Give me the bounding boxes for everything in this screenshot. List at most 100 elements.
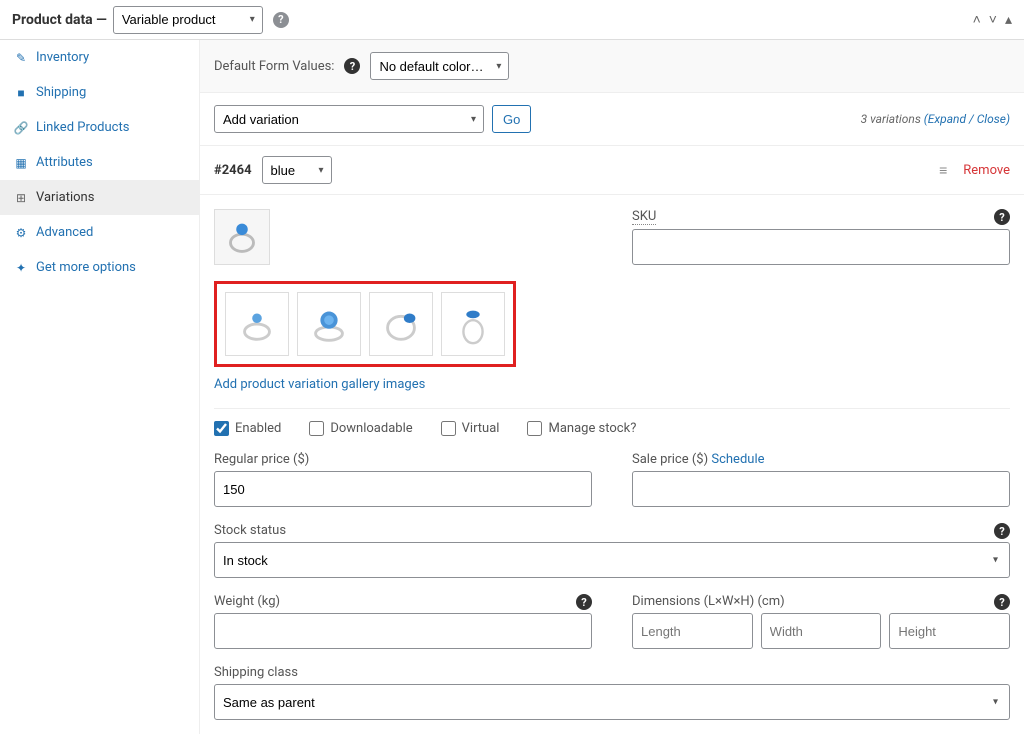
height-input[interactable]	[889, 613, 1010, 649]
sale-price-input[interactable]	[632, 471, 1010, 507]
enabled-label: Enabled	[235, 421, 281, 436]
panel-body: ✎ Inventory ■ Shipping 🔗 Linked Products…	[0, 40, 1024, 734]
gallery-thumb[interactable]	[297, 292, 361, 356]
collapse-up-icon[interactable]: ˄	[973, 11, 981, 28]
enabled-checkbox[interactable]	[214, 421, 229, 436]
stock-status-select[interactable]: In stock	[214, 542, 1010, 578]
collapse-down-icon[interactable]: ˅	[989, 11, 997, 28]
add-variation-wrap: Add variation ▾	[214, 105, 484, 133]
add-variation-controls: Add variation ▾ Go	[214, 105, 531, 133]
width-input[interactable]	[761, 613, 882, 649]
sidebar-item-variations[interactable]: ⊞ Variations	[0, 180, 199, 215]
manage-stock-checkbox[interactable]	[527, 421, 542, 436]
panel-header: Product data — Variable product ▾ ? ˄ ˅ …	[0, 0, 1024, 40]
weight-input[interactable]	[214, 613, 592, 649]
help-icon[interactable]: ?	[273, 12, 289, 28]
attributes-icon: ▦	[14, 156, 28, 170]
weight-block: Weight (kg) ?	[214, 594, 592, 649]
gear-icon: ⚙	[14, 226, 28, 240]
remove-variation-link[interactable]: Remove	[963, 163, 1010, 178]
sale-price-label-text: Sale price ($)	[632, 452, 711, 467]
sku-label: SKU	[632, 209, 656, 225]
add-gallery-images-link[interactable]: Add product variation gallery images	[214, 377, 425, 392]
variation-header-right: ≡ Remove	[939, 162, 1010, 179]
virtual-check[interactable]: Virtual	[441, 421, 500, 436]
help-icon[interactable]: ?	[994, 209, 1010, 225]
downloadable-check[interactable]: Downloadable	[309, 421, 412, 436]
gallery-thumb[interactable]	[369, 292, 433, 356]
help-icon[interactable]: ?	[344, 58, 360, 74]
variations-count: 3 variations	[861, 112, 924, 126]
sidebar-item-linked[interactable]: 🔗 Linked Products	[0, 110, 199, 145]
add-variation-row: Add variation ▾ Go 3 variations (Expand …	[200, 93, 1024, 146]
length-input[interactable]	[632, 613, 753, 649]
virtual-label: Virtual	[462, 421, 500, 436]
shipping-icon: ■	[14, 86, 28, 100]
virtual-checkbox[interactable]	[441, 421, 456, 436]
add-variation-select[interactable]: Add variation	[214, 105, 484, 133]
regular-price-label: Regular price ($)	[214, 452, 592, 467]
help-icon[interactable]: ?	[994, 594, 1010, 610]
manage-stock-check[interactable]: Manage stock?	[527, 421, 636, 436]
variation-id: #2464	[214, 163, 252, 178]
downloadable-checkbox[interactable]	[309, 421, 324, 436]
sidebar-item-label: Inventory	[36, 50, 89, 65]
sidebar-item-label: Variations	[36, 190, 94, 205]
sidebar-item-advanced[interactable]: ⚙ Advanced	[0, 215, 199, 250]
enabled-check[interactable]: Enabled	[214, 421, 281, 436]
panel-title: Product data —	[12, 12, 107, 28]
ring-image-icon	[219, 214, 265, 260]
gallery-thumb[interactable]	[441, 292, 505, 356]
panel-header-controls: ˄ ˅ ▴	[973, 11, 1012, 28]
schedule-link[interactable]: Schedule	[711, 452, 764, 467]
go-button[interactable]: Go	[492, 105, 531, 133]
collapse-toggle-icon[interactable]: ▴	[1005, 12, 1012, 28]
sidebar-item-label: Advanced	[36, 225, 93, 240]
plus-icon: ✦	[14, 261, 28, 275]
variation-body: Add product variation gallery images SKU…	[200, 195, 1024, 734]
stock-row: Stock status ? In stock ▾	[214, 523, 1010, 578]
ring-image-icon	[378, 301, 424, 347]
default-color-wrap: No default color… ▾	[370, 52, 509, 80]
stock-select-wrap: In stock ▾	[214, 542, 1010, 578]
variation-checkboxes: Enabled Downloadable Virtual Manage stoc…	[214, 421, 1010, 436]
sidebar-item-label: Shipping	[36, 85, 86, 100]
variations-content: Default Form Values: ? No default color……	[200, 40, 1024, 734]
variation-color-select[interactable]: blue	[262, 156, 332, 184]
sidebar-item-attributes[interactable]: ▦ Attributes	[0, 145, 199, 180]
sidebar-item-label: Get more options	[36, 260, 136, 275]
variation-main-image[interactable]	[214, 209, 270, 265]
shipping-select-wrap: Same as parent ▾	[214, 684, 1010, 720]
default-color-select[interactable]: No default color…	[370, 52, 509, 80]
variations-meta: 3 variations (Expand / Close)	[861, 112, 1010, 126]
regular-price-block: Regular price ($)	[214, 452, 592, 507]
sku-column: SKU ?	[632, 209, 1010, 392]
regular-price-input[interactable]	[214, 471, 592, 507]
sidebar-item-label: Linked Products	[36, 120, 129, 135]
variation-gallery	[214, 281, 516, 367]
drag-handle-icon[interactable]: ≡	[939, 162, 947, 179]
dimensions-label: Dimensions (L×W×H) (cm)	[632, 594, 1010, 609]
product-type-select[interactable]: Variable product	[113, 6, 263, 34]
variation-header: #2464 blue ▾ ≡ Remove	[200, 146, 1024, 195]
sidebar-item-inventory[interactable]: ✎ Inventory	[0, 40, 199, 75]
help-icon[interactable]: ?	[576, 594, 592, 610]
shipping-class-label: Shipping class	[214, 665, 1010, 680]
downloadable-label: Downloadable	[330, 421, 412, 436]
sidebar-item-label: Attributes	[36, 155, 93, 170]
sku-input[interactable]	[632, 229, 1010, 265]
weight-label: Weight (kg)	[214, 594, 592, 609]
link-icon: 🔗	[14, 121, 28, 135]
gallery-thumb[interactable]	[225, 292, 289, 356]
shipping-row: Shipping class Same as parent ▾	[214, 665, 1010, 720]
shipping-class-select[interactable]: Same as parent	[214, 684, 1010, 720]
product-type-select-wrap: Variable product ▾	[113, 6, 263, 34]
expand-close-link[interactable]: (Expand / Close)	[924, 112, 1010, 126]
help-icon[interactable]: ?	[994, 523, 1010, 539]
sale-price-block: Sale price ($) Schedule	[632, 452, 1010, 507]
variation-color-wrap: blue ▾	[262, 156, 332, 184]
inventory-icon: ✎	[14, 51, 28, 65]
sidebar-item-shipping[interactable]: ■ Shipping	[0, 75, 199, 110]
sidebar-item-more[interactable]: ✦ Get more options	[0, 250, 199, 285]
thumb-sku-row: Add product variation gallery images SKU…	[214, 209, 1010, 392]
